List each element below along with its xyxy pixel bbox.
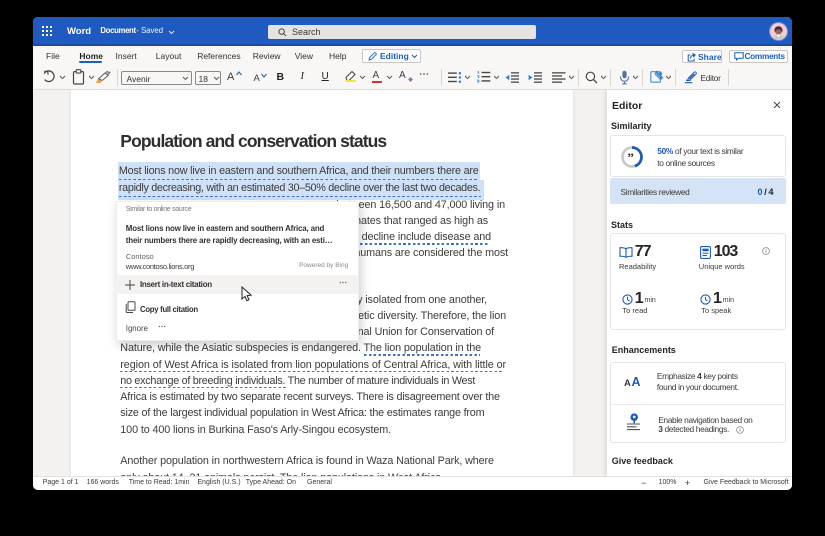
svg-text:”: ” (627, 149, 634, 164)
